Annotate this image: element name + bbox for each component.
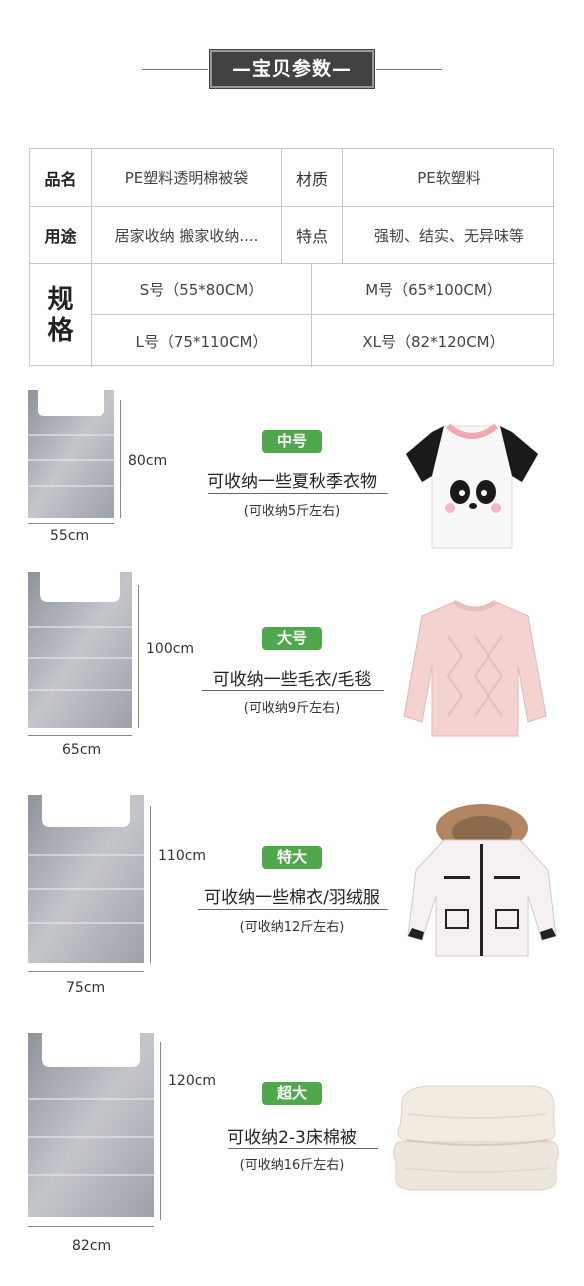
badge-xlarge: 特大: [262, 846, 322, 869]
bag-medium-image: [28, 390, 114, 518]
desc-large: 可收纳一些毛衣/毛毯: [212, 670, 372, 690]
header-line-right: [376, 69, 442, 70]
size-s: S号（55*80CM）: [139, 280, 264, 299]
size-label-char-1: 规: [47, 284, 74, 315]
size-l: L号（75*110CM）: [135, 332, 268, 351]
pink-sweater-icon: [403, 599, 547, 737]
down-jacket-icon: [407, 804, 557, 957]
sub-large: (可收纳9斤左右): [243, 701, 341, 716]
sub-medium: (可收纳5斤左右): [243, 504, 341, 519]
use-value: 居家收纳 搬家收纳....: [114, 226, 259, 245]
sub-xxlarge: (可收纳16斤左右): [239, 1158, 345, 1173]
feature-value: 强韧、结实、无异味等: [373, 226, 524, 245]
badge-large: 大号: [262, 627, 322, 650]
use-label: 用途: [44, 227, 77, 246]
sub-xlarge: (可收纳12斤左右): [239, 920, 345, 935]
section-title: —宝贝参数—: [209, 49, 375, 89]
badge-medium: 中号: [262, 430, 322, 453]
bag-large-image: [28, 572, 132, 728]
bag-medium-width: 55cm: [50, 528, 90, 544]
bag-large-width: 65cm: [62, 742, 102, 758]
bag-large-height: 100cm: [146, 641, 195, 657]
size-xl: XL号（82*120CM）: [362, 332, 505, 351]
folded-quilt-icon: [392, 1085, 560, 1191]
size-m: M号（65*100CM）: [365, 280, 502, 299]
name-label: 品名: [44, 169, 77, 189]
bag-xlarge-image: [28, 795, 144, 963]
bag-xxlarge-height: 120cm: [168, 1073, 217, 1089]
spec-table: 品名 PE塑料透明棉被袋 材质 PE软塑料 用途 居家收纳 搬家收纳.... 特…: [29, 148, 555, 367]
feature-label: 特点: [295, 227, 328, 246]
material-label: 材质: [295, 169, 328, 189]
size-label: 规 格: [30, 264, 91, 367]
name-value: PE塑料透明棉被袋: [124, 169, 249, 187]
desc-xlarge: 可收纳一些棉衣/羽绒服: [204, 888, 380, 908]
panda-tshirt-icon: [405, 423, 539, 549]
bag-xlarge-height: 110cm: [158, 848, 207, 864]
material-value: PE软塑料: [417, 169, 481, 187]
bag-xxlarge-image: [28, 1033, 154, 1217]
bag-xlarge-width: 75cm: [66, 980, 106, 996]
badge-xxlarge: 超大: [262, 1082, 322, 1105]
bag-xxlarge-width: 82cm: [72, 1238, 112, 1254]
bag-medium-height: 80cm: [128, 453, 168, 469]
header-line-left: [142, 69, 208, 70]
size-label-char-2: 格: [47, 315, 74, 346]
desc-medium: 可收纳一些夏秋季衣物: [207, 472, 377, 492]
desc-xxlarge: 可收纳2-3床棉被: [227, 1128, 357, 1148]
